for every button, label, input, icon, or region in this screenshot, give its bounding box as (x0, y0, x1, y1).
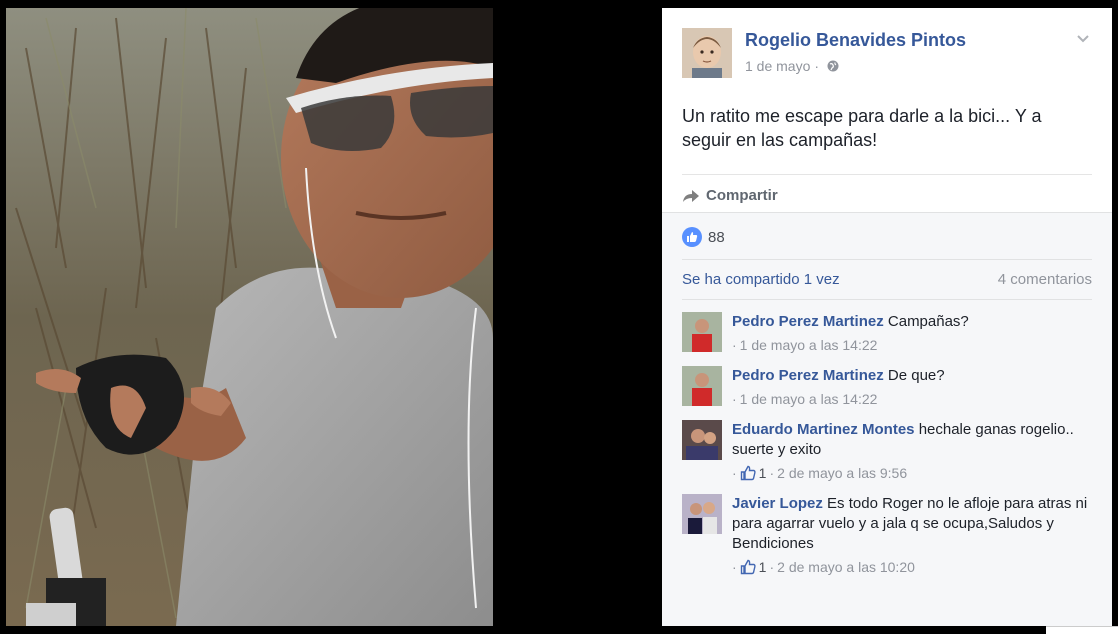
meta-separator: · (732, 465, 737, 481)
thumbs-up-icon (682, 227, 702, 247)
globe-icon[interactable] (827, 60, 839, 72)
comment-meta: · 1 · 2 de mayo a las 10:20 (732, 559, 1092, 575)
comment-avatar[interactable] (682, 312, 722, 352)
person-avatar-icon (682, 366, 722, 406)
share-label: Compartir (706, 187, 778, 204)
comment-meta: · 1 de mayo a las 14:22 (732, 391, 1092, 407)
comment-text: De que? (887, 367, 945, 384)
thumbs-up-icon[interactable] (740, 559, 756, 575)
comment-author[interactable]: Pedro Perez Martinez (732, 367, 884, 384)
background-window-strip (1046, 626, 1118, 634)
meta-separator: · (732, 559, 737, 575)
comment-time[interactable]: 2 de mayo a las 10:20 (777, 559, 915, 575)
post-panel: Rogelio Benavides Pintos 1 de mayo · Un … (662, 8, 1112, 626)
like-count[interactable]: 88 (708, 229, 725, 246)
comment-time[interactable]: 1 de mayo a las 14:22 (740, 337, 878, 353)
person-avatar-icon (682, 312, 722, 352)
selfie-photo-illustration (6, 8, 493, 626)
comment-meta: · 1 de mayo a las 14:22 (732, 337, 1092, 353)
comment-body: Eduardo Martinez Montes hechale ganas ro… (732, 420, 1092, 460)
comment-like-count[interactable]: 1 (759, 559, 767, 575)
comment-author[interactable]: Eduardo Martinez Montes (732, 421, 915, 438)
comment-item: Javier Lopez Es todo Roger no le afloje … (682, 494, 1092, 575)
comment-meta: · 1 · 2 de mayo a las 9:56 (732, 465, 1092, 481)
comment-item: Pedro Perez Martinez De que? · 1 de mayo… (682, 366, 1092, 407)
shares-link[interactable]: Se ha compartido 1 vez (682, 271, 840, 288)
post-meta: 1 de mayo · (745, 58, 839, 74)
share-button[interactable]: Compartir (682, 187, 778, 204)
comment-text: Campañas? (887, 313, 969, 330)
comment-avatar[interactable] (682, 366, 722, 406)
comment-item: Eduardo Martinez Montes hechale ganas ro… (682, 420, 1092, 481)
post-date[interactable]: 1 de mayo (745, 58, 810, 74)
meta-separator: · (769, 465, 775, 481)
comment-body: Pedro Perez Martinez Campañas? (732, 312, 1092, 332)
meta-separator: · (732, 337, 737, 353)
comment-body: Pedro Perez Martinez De que? (732, 366, 1092, 386)
comments-count[interactable]: 4 comentarios (998, 271, 1092, 288)
post-text: Un ratito me escape para darle a la bici… (682, 106, 1042, 150)
comment-time[interactable]: 1 de mayo a las 14:22 (740, 391, 878, 407)
comment-avatar[interactable] (682, 494, 722, 534)
chevron-down-icon[interactable] (1076, 32, 1090, 46)
comment-avatar[interactable] (682, 420, 722, 460)
comment-author[interactable]: Pedro Perez Martinez (732, 313, 884, 330)
meta-separator: · (732, 391, 737, 407)
author-avatar[interactable] (682, 28, 732, 78)
meta-separator: · (769, 559, 775, 575)
share-arrow-icon (683, 189, 699, 202)
person-avatar-icon (682, 494, 722, 534)
meta-separator: · (814, 58, 820, 74)
photo-stage[interactable] (0, 0, 662, 634)
post-actions: Compartir (682, 174, 1092, 212)
comment-author[interactable]: Javier Lopez (732, 495, 823, 512)
comment-body: Javier Lopez Es todo Roger no le afloje … (732, 494, 1092, 554)
child-avatar-icon (682, 28, 732, 78)
comment-item: Pedro Perez Martinez Campañas? · 1 de ma… (682, 312, 1092, 353)
likes-row[interactable]: 88 (682, 213, 1092, 260)
post-photo[interactable] (6, 8, 493, 626)
author-name[interactable]: Rogelio Benavides Pintos (745, 30, 966, 51)
feedback-section: 88 Se ha compartido 1 vez 4 comentarios … (662, 212, 1112, 626)
post-header: Rogelio Benavides Pintos 1 de mayo · (662, 8, 1112, 104)
thumbs-up-icon[interactable] (740, 465, 756, 481)
comment-like-count[interactable]: 1 (759, 465, 767, 481)
person-avatar-icon (682, 420, 722, 460)
comment-time[interactable]: 2 de mayo a las 9:56 (777, 465, 907, 481)
stats-row: Se ha compartido 1 vez 4 comentarios (682, 260, 1092, 300)
